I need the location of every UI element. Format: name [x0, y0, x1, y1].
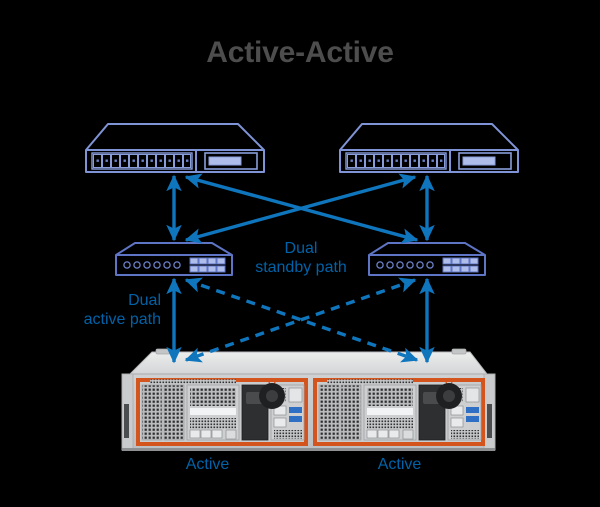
- controller-a[interactable]: [136, 377, 308, 446]
- switch-top-left[interactable]: [85, 123, 265, 173]
- link-group-active-upper: [166, 173, 435, 244]
- switch-top-left-ports: [93, 154, 191, 168]
- switch-top-right-ports: [347, 154, 445, 168]
- switch-mid-left[interactable]: [115, 242, 233, 276]
- switch-mid-left-port-grid: [189, 257, 226, 273]
- label-dual-active-path: Dual active path: [83, 292, 161, 328]
- switch-top-right-panel: [458, 152, 512, 170]
- switch-mid-right-port-grid: [442, 257, 479, 273]
- switch-mid-right[interactable]: [368, 242, 486, 276]
- label-controller-a-state: Active: [185, 456, 230, 473]
- switch-top-left-panel: [204, 152, 258, 170]
- label-dual-standby-path: Dual standby path: [255, 240, 347, 276]
- controller-b-fan: [436, 383, 462, 409]
- diagram-canvas: Active-Active Dual standby path Dual act…: [0, 0, 600, 507]
- link-group-standby: [184, 277, 419, 363]
- switch-mid-right-leds: [376, 261, 434, 269]
- storage-array[interactable]: [121, 348, 496, 451]
- switch-top-right[interactable]: [339, 123, 519, 173]
- switch-mid-left-leds: [123, 261, 181, 269]
- controller-b[interactable]: [313, 377, 485, 446]
- label-controller-b-state: Active: [377, 456, 422, 473]
